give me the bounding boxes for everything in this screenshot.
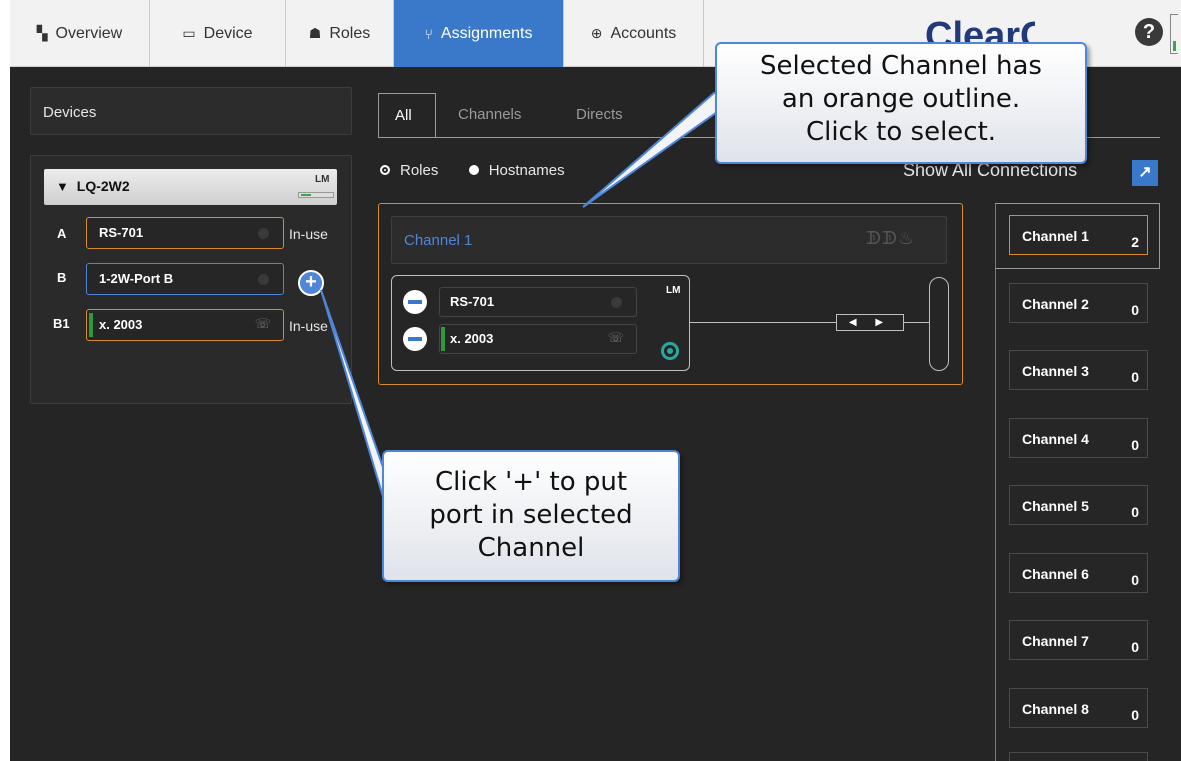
port-status-in-use: In-use <box>289 318 328 334</box>
remove-member-button[interactable] <box>403 290 427 314</box>
channel-label: Channel 4 <box>1022 431 1089 447</box>
channel-label: Channel 8 <box>1022 701 1089 717</box>
channel-item-5[interactable]: Channel 5 0 <box>1009 485 1148 525</box>
callout-line: an orange outline. <box>781 84 1021 114</box>
chevron-down-icon[interactable]: ▼ <box>56 179 69 194</box>
channel-item-2[interactable]: Channel 2 0 <box>1009 283 1148 323</box>
hostnames-radio[interactable] <box>468 165 479 175</box>
channel-item-7[interactable]: Channel 7 0 <box>1009 620 1148 660</box>
help-icon[interactable]: ? <box>1135 18 1163 46</box>
channel-label: Channel 6 <box>1022 566 1089 582</box>
hostnames-radio-label: Hostnames <box>488 162 565 179</box>
roles-icon: ☗ <box>308 25 322 41</box>
channel-label: Channel 2 <box>1022 296 1089 312</box>
tab-assignments-label: Assignments <box>440 24 533 42</box>
port-status-dot <box>258 228 269 239</box>
channel-item-6[interactable]: Channel 6 0 <box>1009 553 1148 593</box>
subtab-directs[interactable]: Directs <box>576 93 623 137</box>
member-name: x. 2003 <box>450 331 494 346</box>
channel-item-9-partial[interactable] <box>1009 752 1148 761</box>
callout-selected-channel: Selected Channel has an orange outline. … <box>715 42 1087 164</box>
tab-device[interactable]: ▭ Device <box>150 0 286 67</box>
tab-overview-label: Overview <box>55 24 123 42</box>
tab-roles-label: Roles <box>329 24 371 42</box>
device-icon: ▭ <box>182 25 196 41</box>
channel-item-8[interactable]: Channel 8 0 <box>1009 688 1148 728</box>
callout-line: port in selected <box>429 500 633 530</box>
subtab-all[interactable]: All <box>378 93 436 138</box>
channel-title: Channel 1 <box>391 216 947 264</box>
tab-device-label: Device <box>203 24 253 42</box>
channel-count: 0 <box>1131 707 1139 723</box>
port-letter-b1: B1 <box>53 316 70 331</box>
member-rs-701[interactable]: RS-701 <box>439 287 637 317</box>
callout-add-port: Click '+' to put port in selected Channe… <box>382 450 680 582</box>
device-level-meter <box>298 192 334 198</box>
tab-overview[interactable]: ▚ Overview <box>10 0 150 67</box>
callout-line: Click '+' to put <box>434 467 628 497</box>
channel-label: Channel 3 <box>1022 363 1089 379</box>
view-filter: Roles Hostnames <box>380 162 565 179</box>
port-level-bar <box>89 313 93 337</box>
device-lm-badge: LM <box>315 174 330 185</box>
channel-label: Channel 5 <box>1022 498 1089 514</box>
accounts-icon: ⊕ <box>590 25 603 41</box>
tab-accounts-label: Accounts <box>610 24 677 42</box>
tab-roles[interactable]: ☗ Roles <box>286 0 394 67</box>
channel-bus-pill <box>929 277 949 371</box>
channel-label: Channel 1 <box>1022 228 1089 244</box>
member-name: RS-701 <box>450 294 495 309</box>
channel-count: 0 <box>1131 437 1139 453</box>
member-status-dot <box>611 297 622 308</box>
member-level-bar <box>441 327 445 351</box>
tab-assignments[interactable]: ⑂ Assignments <box>394 0 564 67</box>
port-name: 1-2W-Port B <box>99 271 174 286</box>
roles-radio-label: Roles <box>400 162 439 179</box>
port-name: x. 2003 <box>99 317 143 332</box>
connection-ring-icon[interactable] <box>661 342 679 360</box>
callout-line: Channel <box>477 533 585 563</box>
subtab-channels[interactable]: Channels <box>458 93 521 137</box>
roles-radio[interactable] <box>380 165 390 175</box>
callout-line: Click to select. <box>805 117 997 147</box>
channel-count: 0 <box>1131 302 1139 318</box>
port-name: RS-701 <box>99 225 144 240</box>
tab-accounts[interactable]: ⊕ Accounts <box>564 0 704 67</box>
channel-item-4[interactable]: Channel 4 0 <box>1009 418 1148 458</box>
device-name: LQ-2W2 <box>76 178 130 194</box>
assignments-icon: ⑂ <box>424 25 433 42</box>
channel-count: 0 <box>1131 572 1139 588</box>
port-status-dot <box>258 274 269 285</box>
phone-icon: ☏ <box>607 330 624 345</box>
member-x-2003[interactable]: x. 2003 ☏ <box>439 324 637 354</box>
status-indicator <box>1170 14 1178 54</box>
channel-label: Channel 7 <box>1022 633 1089 649</box>
port-1-2w-port-b[interactable]: 1-2W-Port B <box>86 263 284 295</box>
device-header-lq-2w2[interactable]: ▼ LQ-2W2 <box>44 169 337 205</box>
channel-count: 0 <box>1131 504 1139 520</box>
devices-header: Devices <box>30 87 352 135</box>
port-status-in-use: In-use <box>289 226 328 242</box>
remove-member-button[interactable] <box>403 327 427 351</box>
port-letter-b: B <box>57 270 67 285</box>
channel-item-3[interactable]: Channel 3 0 <box>1009 350 1148 390</box>
phone-icon: ☏ <box>254 316 271 331</box>
port-letter-a: A <box>57 226 67 241</box>
channel-item-1[interactable]: Channel 1 2 <box>1009 215 1148 255</box>
port-x-2003[interactable]: x. 2003 ☏ <box>86 309 284 341</box>
external-link-icon[interactable]: ↗ <box>1132 160 1158 186</box>
add-port-button[interactable]: + <box>298 270 324 296</box>
port-rs-701[interactable]: RS-701 <box>86 217 284 249</box>
channel-count: 0 <box>1131 369 1139 385</box>
callout-line: Selected Channel has <box>760 51 1042 81</box>
channel-count: 0 <box>1131 639 1139 655</box>
members-lm-badge: LM <box>666 285 681 296</box>
channel-count: 2 <box>1131 234 1139 250</box>
bidirectional-arrows-icon[interactable]: ◀ ▶ <box>836 314 904 331</box>
grid-icon: ▚ <box>36 25 48 41</box>
channel-status-icons: ᗫᗫ♨ <box>866 228 916 248</box>
